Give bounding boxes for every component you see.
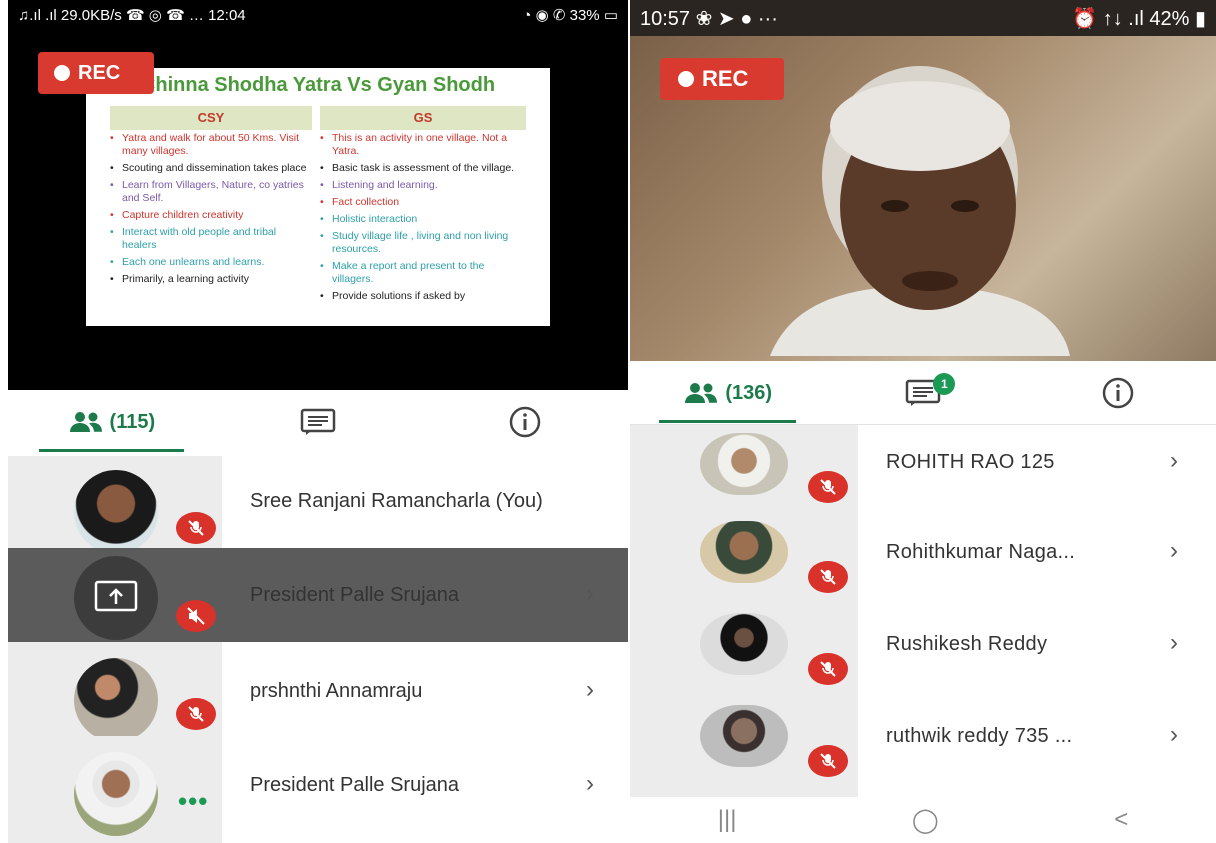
slide-item: This is an activity in one village. Not … bbox=[320, 132, 526, 158]
status-left: ♫.ıl .ıl 29.0KB/s ☎ ◎ ☎ … 12:04 bbox=[18, 7, 246, 24]
chevron-right-icon[interactable]: › bbox=[1170, 629, 1178, 657]
participant-row[interactable]: Sree Ranjani Ramancharla (You) bbox=[8, 456, 628, 554]
tab-bar: (136) 1 bbox=[630, 361, 1216, 425]
people-icon bbox=[69, 412, 102, 432]
participant-row[interactable]: ••• President Palle Srujana › bbox=[8, 736, 628, 843]
speaker-photo bbox=[770, 66, 1070, 356]
tab-bar: (115) bbox=[8, 390, 628, 454]
participant-list: Sree Ranjani Ramancharla (You) President… bbox=[8, 456, 628, 843]
status-bar: ♫.ıl .ıl 29.0KB/s ☎ ◎ ☎ … 12:04 ◔ ◉ ✆ 33… bbox=[8, 0, 628, 30]
avatar bbox=[74, 556, 158, 640]
participant-name: prshnthi Annamraju bbox=[250, 680, 423, 702]
tab-participants[interactable]: (136) bbox=[630, 361, 825, 425]
slide-title: Chinna Shodha Yatra Vs Gyan Shodh bbox=[140, 74, 496, 96]
participant-name: Rushikesh Reddy bbox=[886, 633, 1048, 655]
mic-muted-icon bbox=[808, 561, 848, 593]
slide-item: Fact collection bbox=[320, 196, 526, 209]
participant-list: ROHITH RAO 125 › Rohithkumar Naga... › R… bbox=[630, 424, 1216, 797]
chevron-right-icon[interactable]: › bbox=[586, 676, 594, 704]
chevron-right-icon[interactable]: › bbox=[1170, 537, 1178, 565]
status-bar: 10:57 ❀ ➤ ● ··· ⏰ ↑↓ .ıl 42% ▮ bbox=[630, 0, 1216, 36]
speaker-video: REC bbox=[630, 36, 1216, 361]
participant-row[interactable]: ROHITH RAO 125 › bbox=[630, 425, 1216, 515]
avatar bbox=[700, 613, 788, 675]
slide-item: Provide solutions if asked by bbox=[320, 290, 526, 303]
avatar bbox=[74, 752, 158, 836]
tab-participants[interactable]: (115) bbox=[8, 390, 215, 454]
left-phone-screen: ♫.ıl .ıl 29.0KB/s ☎ ◎ ☎ … 12:04 ◔ ◉ ✆ 33… bbox=[8, 0, 628, 843]
avatar bbox=[700, 521, 788, 583]
slide-item: Learn from Villagers, Nature, co yatries… bbox=[110, 179, 312, 205]
slide-item: Primarily, a learning activity bbox=[110, 273, 312, 286]
participant-name: Rohithkumar Naga... bbox=[886, 541, 1076, 563]
slide-col1-list: Yatra and walk for about 50 Kms. Visit m… bbox=[110, 132, 312, 290]
record-dot-icon bbox=[54, 65, 70, 81]
mic-muted-icon bbox=[176, 512, 216, 544]
tab-info[interactable] bbox=[1021, 361, 1216, 425]
slide-item: Interact with old people and tribal heal… bbox=[110, 226, 312, 252]
participant-row[interactable]: Rushikesh Reddy › bbox=[630, 607, 1216, 699]
tab-chat[interactable] bbox=[215, 390, 422, 454]
shared-screen-video: Chinna Shodha Yatra Vs Gyan Shodh CSY GS… bbox=[8, 30, 628, 390]
slide-col2-list: This is an activity in one village. Not … bbox=[320, 132, 526, 307]
slide-item: Study village life , living and non livi… bbox=[320, 230, 526, 256]
participants-count: (115) bbox=[109, 410, 156, 433]
slide-item: Scouting and dissemination takes place bbox=[110, 162, 312, 175]
participant-name: ROHITH RAO 125 bbox=[886, 451, 1055, 473]
slide-item: Listening and learning. bbox=[320, 179, 526, 192]
info-icon bbox=[509, 406, 540, 438]
chevron-right-icon[interactable]: › bbox=[1170, 721, 1178, 749]
chat-unread-badge: 1 bbox=[933, 373, 956, 395]
participant-name: Sree Ranjani Ramancharla (You) bbox=[250, 490, 543, 512]
mic-muted-icon bbox=[808, 745, 848, 777]
mic-muted-icon bbox=[176, 698, 216, 730]
avatar bbox=[74, 658, 158, 742]
android-nav-bar: ||| ◯ < bbox=[630, 797, 1216, 843]
chevron-right-icon[interactable]: › bbox=[1170, 447, 1178, 475]
slide-item: Basic task is assessment of the village. bbox=[320, 162, 526, 175]
presentation-slide: Chinna Shodha Yatra Vs Gyan Shodh CSY GS… bbox=[86, 68, 550, 326]
participant-row[interactable]: Rohithkumar Naga... › bbox=[630, 515, 1216, 607]
info-icon bbox=[1103, 377, 1134, 409]
rec-indicator: REC bbox=[660, 58, 784, 100]
avatar bbox=[74, 470, 158, 554]
chevron-right-icon[interactable]: › bbox=[586, 580, 594, 608]
participant-row[interactable]: ruthwik reddy 735 ... › bbox=[630, 699, 1216, 791]
mic-muted-icon bbox=[808, 471, 848, 503]
status-right: ⏰ ↑↓ .ıl 42% ▮ bbox=[1072, 7, 1206, 30]
participant-name: ruthwik reddy 735 ... bbox=[886, 725, 1073, 747]
back-button[interactable]: < bbox=[1114, 806, 1128, 834]
speaker-muted-icon bbox=[176, 600, 216, 632]
slide-item: Make a report and present to the village… bbox=[320, 260, 526, 286]
slide-item: Capture children creativity bbox=[110, 209, 312, 222]
rec-label: REC bbox=[78, 61, 121, 84]
participant-name: President Palle Srujana bbox=[250, 584, 460, 606]
mic-muted-icon bbox=[808, 653, 848, 685]
rec-label: REC bbox=[702, 66, 749, 91]
avatar bbox=[700, 705, 788, 767]
tab-info[interactable] bbox=[421, 390, 628, 454]
more-dots-icon: ••• bbox=[178, 786, 209, 816]
participant-name: President Palle Srujana bbox=[250, 774, 460, 796]
status-right: ◔ ◉ ✆ 33% ▭ bbox=[522, 7, 618, 24]
recent-apps-button[interactable]: ||| bbox=[718, 806, 737, 834]
slide-item: Each one unlearns and learns. bbox=[110, 256, 312, 269]
people-icon bbox=[685, 383, 718, 403]
slide-item: Holistic interaction bbox=[320, 213, 526, 226]
slide-item: Yatra and walk for about 50 Kms. Visit m… bbox=[110, 132, 312, 158]
chevron-right-icon[interactable]: › bbox=[586, 770, 594, 798]
right-phone-screen: 10:57 ❀ ➤ ● ··· ⏰ ↑↓ .ıl 42% ▮ REC (136)… bbox=[630, 0, 1216, 843]
home-button[interactable]: ◯ bbox=[912, 806, 939, 835]
screen-share-icon bbox=[94, 580, 138, 612]
participants-count: (136) bbox=[725, 381, 773, 404]
slide-col1-header: CSY bbox=[110, 106, 312, 130]
slide-col2-header: GS bbox=[320, 106, 526, 130]
chat-icon bbox=[300, 408, 336, 435]
status-left: 10:57 ❀ ➤ ● ··· bbox=[640, 7, 778, 30]
record-dot-icon bbox=[678, 71, 694, 87]
rec-indicator: REC bbox=[38, 52, 154, 94]
avatar bbox=[700, 433, 788, 495]
participant-row[interactable]: prshnthi Annamraju › bbox=[8, 642, 628, 742]
tab-chat[interactable]: 1 bbox=[825, 361, 1020, 425]
